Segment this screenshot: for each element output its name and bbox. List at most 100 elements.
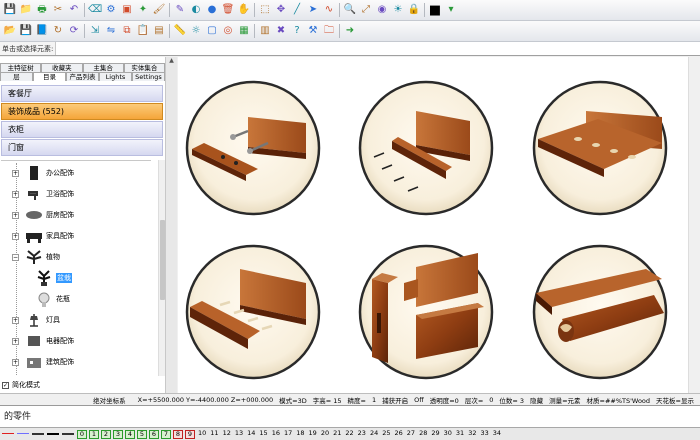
cube-icon[interactable]: ▣ bbox=[120, 3, 134, 17]
eye-icon[interactable]: ◎ bbox=[221, 24, 235, 38]
wood-icon[interactable]: ▤ bbox=[152, 24, 166, 38]
tab-3-tabs_row1[interactable]: 实体集合 bbox=[123, 63, 165, 72]
open-icon[interactable]: 📂 bbox=[3, 24, 17, 38]
settings-icon[interactable]: ⚒ bbox=[306, 24, 320, 38]
sphere-icon[interactable]: ● bbox=[205, 3, 219, 17]
layer-18[interactable]: 18 bbox=[295, 429, 305, 439]
trash-icon[interactable]: 🗑 bbox=[221, 3, 235, 17]
expand-toggle-icon[interactable]: − bbox=[12, 253, 19, 261]
cut-icon[interactable]: ✂ bbox=[51, 3, 65, 17]
command-input[interactable] bbox=[56, 42, 700, 55]
tab-0-tabs_row2[interactable]: 层 bbox=[0, 72, 33, 81]
expand-toggle-icon[interactable]: + bbox=[12, 316, 19, 324]
scale-icon[interactable]: ⇲ bbox=[88, 24, 102, 38]
gear-icon[interactable]: ⚙ bbox=[104, 3, 118, 17]
tree-scrollbar[interactable] bbox=[158, 160, 165, 376]
lock-icon[interactable]: 🔒 bbox=[407, 3, 421, 17]
expand-toggle-icon[interactable]: + bbox=[12, 169, 19, 177]
layer-16[interactable]: 16 bbox=[271, 429, 281, 439]
3d-viewport[interactable] bbox=[178, 57, 700, 393]
rotate-icon[interactable]: ⟳ bbox=[67, 24, 81, 38]
layer-19[interactable]: 19 bbox=[308, 429, 318, 439]
eraser-icon[interactable]: ⌫ bbox=[88, 3, 102, 17]
layer-26[interactable]: 26 bbox=[394, 429, 404, 439]
tree-node-1[interactable]: + 卫浴配饰 bbox=[12, 185, 74, 203]
layer-25[interactable]: 25 bbox=[381, 429, 391, 439]
transparency[interactable]: 透明度=0 bbox=[430, 395, 459, 405]
print-icon[interactable]: 🖶 bbox=[35, 3, 49, 17]
folder-open-icon[interactable]: 🗀 bbox=[322, 24, 336, 38]
hide-toggle[interactable]: 隐藏 bbox=[530, 395, 543, 405]
layer-28[interactable]: 28 bbox=[418, 429, 428, 439]
curve-icon[interactable]: ∿ bbox=[322, 3, 336, 17]
table-icon[interactable]: ▥ bbox=[258, 24, 272, 38]
layer-27[interactable]: 27 bbox=[406, 429, 416, 439]
layer-8[interactable]: 8 bbox=[173, 429, 183, 439]
expand-toggle-icon[interactable]: + bbox=[12, 358, 19, 366]
tree-node-5[interactable]: 盆栽 bbox=[35, 269, 72, 287]
layer-11[interactable]: 11 bbox=[209, 429, 219, 439]
folder-icon[interactable]: 📁 bbox=[19, 3, 33, 17]
line-style-swatch[interactable] bbox=[17, 432, 29, 439]
layer[interactable]: 层次= bbox=[465, 395, 483, 405]
layer-10[interactable]: 10 bbox=[197, 429, 207, 439]
mirror-icon[interactable]: ⇋ bbox=[104, 24, 118, 38]
expand-toggle-icon[interactable]: + bbox=[12, 232, 19, 240]
pencil-icon[interactable]: ✎ bbox=[173, 3, 187, 17]
category-0[interactable]: 客餐厅 bbox=[1, 85, 163, 102]
book-icon[interactable]: 📘 bbox=[35, 24, 49, 38]
undo-icon[interactable]: ↶ bbox=[67, 3, 81, 17]
layer-12[interactable]: 12 bbox=[222, 429, 232, 439]
snap[interactable]: 捕获开启 bbox=[382, 395, 408, 405]
tab-0-tabs_row1[interactable]: 主特征树 bbox=[0, 63, 42, 72]
tree-node-9[interactable]: + 建筑配饰 bbox=[12, 353, 74, 371]
tree-node-7[interactable]: + 灯具 bbox=[12, 311, 60, 329]
delete-icon[interactable]: ✖ bbox=[274, 24, 288, 38]
panel-scrollbar[interactable]: ▲ bbox=[165, 57, 177, 393]
tree-node-4[interactable]: − 植物 bbox=[12, 248, 60, 266]
expand-toggle-icon[interactable]: + bbox=[12, 190, 19, 198]
color-swatch-icon[interactable]: ■ bbox=[428, 3, 442, 17]
move-icon[interactable]: ✥ bbox=[274, 3, 288, 17]
arrow-right-icon[interactable]: ➜ bbox=[343, 24, 357, 38]
layer-32[interactable]: 32 bbox=[467, 429, 477, 439]
paste-icon[interactable]: 📋 bbox=[136, 24, 150, 38]
tab-3-tabs_row2[interactable]: Lights bbox=[99, 72, 132, 81]
tree-node-3[interactable]: + 家具配饰 bbox=[12, 227, 74, 245]
simplify-mode-row[interactable]: ✓ 简化模式 bbox=[2, 380, 40, 390]
camera-icon[interactable]: ◉ bbox=[375, 3, 389, 17]
layer-22[interactable]: 22 bbox=[344, 429, 354, 439]
layer-30[interactable]: 30 bbox=[443, 429, 453, 439]
measure-icon[interactable]: 📏 bbox=[173, 24, 187, 38]
layer-23[interactable]: 23 bbox=[357, 429, 367, 439]
save2-icon[interactable]: 💾 bbox=[19, 24, 33, 38]
layer-31[interactable]: 31 bbox=[455, 429, 465, 439]
layer-2[interactable]: 2 bbox=[101, 429, 111, 439]
zoom-icon[interactable]: 🔍 bbox=[343, 3, 357, 17]
material[interactable]: 材质=##%TS'Wood bbox=[587, 395, 651, 405]
category-3[interactable]: 门窗 bbox=[1, 139, 163, 156]
copy-icon[interactable]: ⧉ bbox=[120, 24, 134, 38]
scroll-up-icon[interactable]: ▲ bbox=[166, 57, 177, 67]
tree-node-2[interactable]: + 厨房配饰 bbox=[12, 206, 74, 224]
palette-icon[interactable]: ◐ bbox=[189, 3, 203, 17]
tab-1-tabs_row1[interactable]: 收藏夹 bbox=[41, 63, 83, 72]
category-2[interactable]: 衣柜 bbox=[1, 121, 163, 138]
font-height[interactable]: 字高= 15 bbox=[313, 395, 342, 405]
layer-1[interactable]: 1 bbox=[89, 429, 99, 439]
line-style-swatch[interactable] bbox=[62, 432, 74, 439]
save-icon[interactable]: 💾 bbox=[3, 3, 17, 17]
light-icon[interactable]: ☀ bbox=[391, 3, 405, 17]
tree-node-6[interactable]: 花瓶 bbox=[35, 290, 70, 308]
layer-14[interactable]: 14 bbox=[246, 429, 256, 439]
layer-17[interactable]: 17 bbox=[283, 429, 293, 439]
refresh-icon[interactable]: ↻ bbox=[51, 24, 65, 38]
hand-icon[interactable]: ✋ bbox=[237, 3, 251, 17]
tree-node-8[interactable]: + 电器配饰 bbox=[12, 332, 74, 350]
tab-2-tabs_row2[interactable]: 产品列表 bbox=[66, 72, 99, 81]
layer-34[interactable]: 34 bbox=[492, 429, 502, 439]
expand-toggle-icon[interactable]: + bbox=[12, 337, 19, 345]
layer-15[interactable]: 15 bbox=[258, 429, 268, 439]
line-style-swatch[interactable] bbox=[47, 432, 59, 439]
help-icon[interactable]: ? bbox=[290, 24, 304, 38]
